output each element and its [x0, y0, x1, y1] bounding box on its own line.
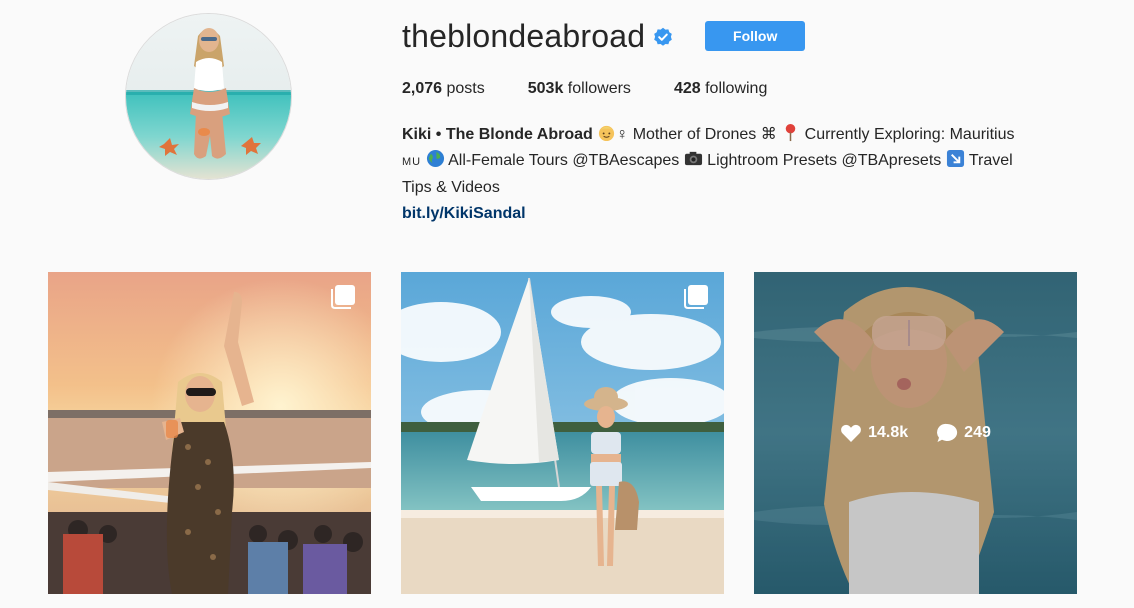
followers-label: followers: [567, 80, 631, 97]
profile-bio: Kiki • The Blonde Abroad ♀ Mother of Dro…: [402, 122, 1092, 227]
multiple-photos-icon: [331, 285, 355, 309]
profile-username: theblondeabroad: [402, 17, 646, 54]
posts-label: posts: [446, 80, 485, 97]
post-photo-sailboat: [401, 272, 724, 594]
likes-count: 14.8k: [868, 424, 909, 441]
bio-line-1-end: Currently Exploring: Mauritius: [800, 126, 1015, 143]
bio-line-3: Tips & Videos: [402, 179, 500, 196]
post-tile[interactable]: [401, 272, 724, 594]
comments-count: 249: [964, 424, 991, 441]
country-code: MU: [402, 156, 422, 168]
post-tile[interactable]: [48, 272, 371, 594]
posts-count: 2,076: [402, 80, 443, 97]
pin-emoji-icon: [785, 123, 796, 142]
following-label: following: [705, 80, 768, 97]
bio-line-2c: Travel: [964, 152, 1013, 169]
comment-icon: [937, 423, 958, 442]
camera-emoji-icon: [684, 151, 702, 166]
profile-avatar[interactable]: [125, 13, 292, 180]
posts-count-stat: 2,076 posts: [402, 80, 485, 98]
bio-line-2a: All-Female Tours @TBAescapes: [444, 152, 684, 169]
verified-badge-icon: [654, 27, 673, 46]
bio-line-2: MU All-Female Tours @TBAescapes Lightroo…: [402, 148, 1092, 175]
bio-line-2b: Lightroom Presets @TBApresets: [702, 152, 946, 169]
comments-metric: 249: [936, 423, 991, 443]
bio-link[interactable]: bit.ly/KikiSandal: [402, 205, 526, 222]
followers-count: 503k: [527, 80, 564, 97]
following-count: 428: [673, 80, 701, 97]
profile-full-name: Kiki • The Blonde Abroad: [402, 126, 593, 143]
follow-button[interactable]: Follow: [705, 21, 806, 51]
globe-emoji-icon: [426, 149, 444, 168]
username-row: theblondeabroad Follow: [402, 16, 806, 56]
following-stat[interactable]: 428 following: [674, 80, 767, 98]
person-emoji-icon: [599, 125, 615, 142]
arrow-emoji-icon: [946, 149, 964, 168]
avatar-photo: [126, 14, 291, 179]
profile-stats: 2,076 posts 503k followers 428 following: [402, 80, 810, 98]
heart-icon: [841, 424, 862, 442]
multiple-photos-icon: [684, 285, 708, 309]
post-hover-overlay: 14.8k 249: [754, 272, 1077, 594]
post-photo-sunset: [48, 272, 371, 594]
bio-line-1: Kiki • The Blonde Abroad ♀ Mother of Dro…: [402, 122, 1092, 148]
bio-link-row: bit.ly/KikiSandal: [402, 201, 1092, 227]
bio-line-1-text: ♀ Mother of Drones ⌘: [616, 126, 782, 143]
post-tile-hovered[interactable]: 14.8k 249: [754, 272, 1077, 594]
profile-page: theblondeabroad Follow 2,076 posts 503k …: [0, 0, 1134, 608]
likes-metric: 14.8k: [840, 423, 908, 443]
followers-stat[interactable]: 503k followers: [528, 80, 631, 98]
